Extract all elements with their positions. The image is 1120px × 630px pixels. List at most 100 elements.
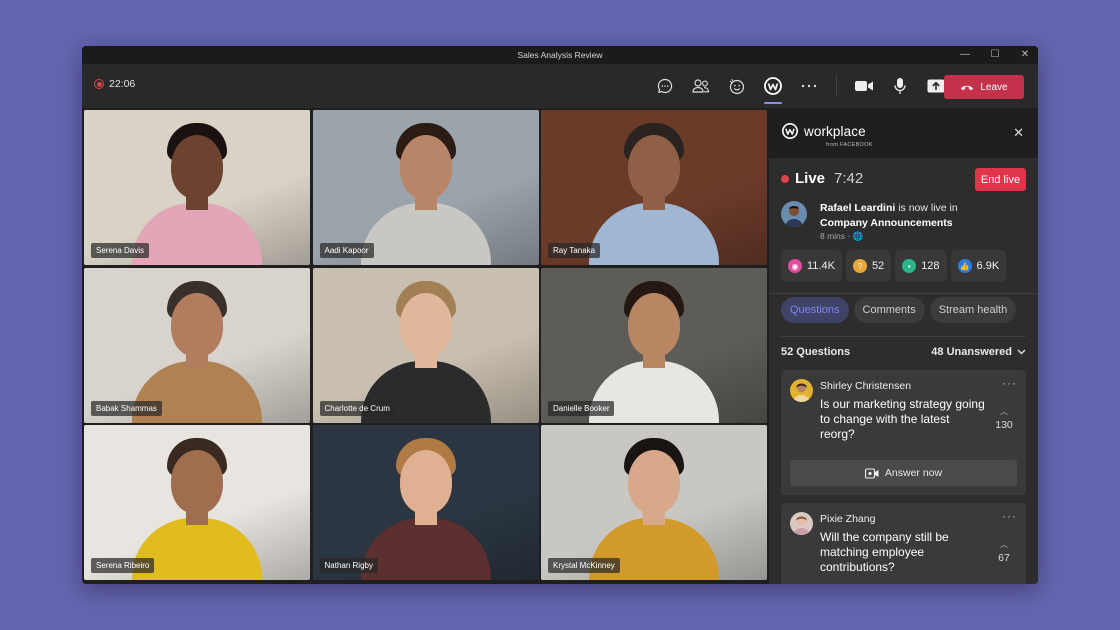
participant-body	[589, 203, 719, 265]
participant-video	[360, 430, 491, 580]
views-icon: ◉	[788, 259, 802, 273]
question-text: Is our marketing strategy going to chang…	[820, 397, 985, 441]
record-icon	[94, 79, 104, 89]
vote-count: 67	[998, 552, 1010, 564]
participant-face	[628, 292, 680, 357]
upvote-arrow-icon: ︿	[1000, 407, 1008, 416]
meeting-toolbar: 22:06 Leave	[82, 64, 1038, 108]
participant-name: Danielle Booker	[548, 400, 615, 416]
participant-video	[132, 115, 262, 265]
workplace-logo: workplace	[781, 122, 866, 140]
asker-name: Pixie Zhang	[820, 513, 876, 525]
participant-name: Babak Shammas	[91, 400, 162, 416]
more-options-icon[interactable]: ···	[1002, 376, 1017, 390]
camera-icon[interactable]	[851, 74, 877, 98]
participant-tile[interactable]: Krystal McKinney	[541, 425, 767, 580]
participant-tile[interactable]: Nathan Rigby	[312, 425, 539, 580]
video-grid: Serena Davis Aadi Kapoor Ray Tanaka Babak S…	[84, 110, 767, 582]
end-live-button[interactable]: End live	[975, 168, 1026, 191]
participant-tile[interactable]: Serena Davis	[84, 110, 310, 265]
upvote-button[interactable]: ︿ 130	[991, 406, 1017, 431]
leave-label: Leave	[980, 81, 1008, 93]
answer-now-button[interactable]: Answer now	[790, 460, 1017, 486]
comments-icon: ▪	[902, 259, 917, 273]
tab-stream-health[interactable]: Stream health	[929, 297, 1017, 323]
live-announcement: Rafael Leardini is now live in Company A…	[781, 201, 1026, 241]
close-panel-icon[interactable]: ✕	[1013, 125, 1024, 141]
meeting-window: Sales Analysis Review — ☐ ✕ 22:06 Leave …	[82, 46, 1038, 584]
avatar	[790, 379, 813, 402]
close-window-button[interactable]: ✕	[1020, 46, 1030, 64]
participant-video	[360, 115, 491, 265]
participant-name: Nathan Rigby	[319, 558, 378, 573]
stat-views: ◉ 11.4K	[781, 250, 842, 282]
participant-name: Ray Tanaka	[548, 243, 601, 258]
maximize-button[interactable]: ☐	[990, 46, 1000, 64]
live-dot-icon	[781, 174, 789, 183]
chat-icon[interactable]	[652, 74, 678, 98]
hangup-icon	[961, 85, 974, 91]
upvote-arrow-icon: ︿	[1000, 540, 1008, 549]
participant-tile[interactable]: Serena Ribeiro	[84, 425, 310, 580]
stat-value: 52	[871, 260, 885, 272]
workplace-wordmark: workplace	[804, 123, 866, 139]
tab-questions[interactable]: Questions	[781, 297, 849, 323]
participant-tile[interactable]: Charlotte de Crum	[312, 267, 539, 423]
group-name[interactable]: Company Announcements	[820, 217, 953, 229]
participant-tile[interactable]: Aadi Kapoor	[312, 110, 539, 265]
stat-comments: ▪ 128	[895, 250, 947, 282]
question-text: Will the company still be matching emplo…	[820, 530, 949, 574]
panel-tabs: Questions Comments Stream health	[781, 297, 1017, 323]
participant-name: Charlotte de Crum	[319, 400, 395, 416]
presenter-name[interactable]: Rafael Leardini	[820, 202, 895, 214]
participant-tile[interactable]: Ray Tanaka	[541, 110, 767, 265]
participants-icon[interactable]	[688, 74, 714, 98]
stat-value: 11.4K	[807, 260, 835, 272]
participant-name: Krystal McKinney	[548, 558, 620, 573]
live-stats: ◉ 11.4K? 52 ▪ 128 👍 6.9K	[781, 250, 1007, 282]
announcement-mid: is now live in	[895, 202, 958, 214]
participant-face	[171, 292, 223, 357]
unanswered-label: 48 Unanswered	[931, 346, 1012, 358]
video-answer-icon	[864, 467, 879, 479]
divider	[781, 336, 1026, 337]
upvote-button[interactable]: ︿ 67	[991, 539, 1017, 564]
brand-subtitle: from FACEBOOK	[826, 142, 873, 148]
announcement-text: Rafael Leardini is now live in Company A…	[820, 201, 958, 231]
recording-timer: 22:06	[94, 78, 135, 90]
participant-name: Aadi Kapoor	[319, 243, 374, 258]
more-options-icon[interactable]: ···	[1002, 509, 1017, 523]
participant-tile[interactable]: Danielle Booker	[541, 267, 767, 423]
likes-icon: 👍	[957, 259, 972, 273]
participant-face	[628, 450, 680, 514]
questions-header: 52 Questions 48 Unanswered	[781, 346, 1026, 358]
workplace-logo-icon	[781, 122, 799, 140]
timer-text: 22:06	[109, 78, 136, 90]
participant-tile[interactable]: Babak Shammas	[84, 267, 310, 423]
divider	[769, 293, 1038, 294]
workplace-live-panel: workplace from FACEBOOK ✕ Live 7:42 End …	[769, 110, 1038, 584]
minimize-button[interactable]: —	[960, 46, 970, 64]
question-card: Pixie Zhang ··· Will the company still b…	[781, 503, 1026, 584]
avatar	[790, 512, 813, 535]
answer-now-label: Answer now	[884, 467, 943, 479]
participant-face	[399, 135, 452, 199]
questions-icon: ?	[852, 259, 867, 273]
title-bar: Sales Analysis Review — ☐ ✕	[82, 46, 1038, 64]
participant-face	[171, 135, 223, 199]
unanswered-filter[interactable]: 48 Unanswered	[931, 346, 1026, 358]
participant-face	[171, 450, 223, 514]
window-title: Sales Analysis Review	[517, 50, 603, 60]
more-icon[interactable]	[796, 74, 822, 98]
live-status: Live 7:42	[781, 170, 863, 187]
panel-header: workplace from FACEBOOK ✕	[769, 110, 1038, 158]
mic-icon[interactable]	[887, 74, 913, 98]
stat-likes: 👍 6.9K	[950, 250, 1007, 282]
leave-button[interactable]: Leave	[944, 75, 1024, 99]
reactions-icon[interactable]	[724, 74, 750, 98]
participant-video	[589, 115, 719, 265]
workplace-icon[interactable]	[760, 74, 786, 104]
tab-comments[interactable]: Comments	[853, 297, 925, 323]
vote-count: 130	[995, 419, 1013, 431]
participant-face	[628, 135, 680, 199]
